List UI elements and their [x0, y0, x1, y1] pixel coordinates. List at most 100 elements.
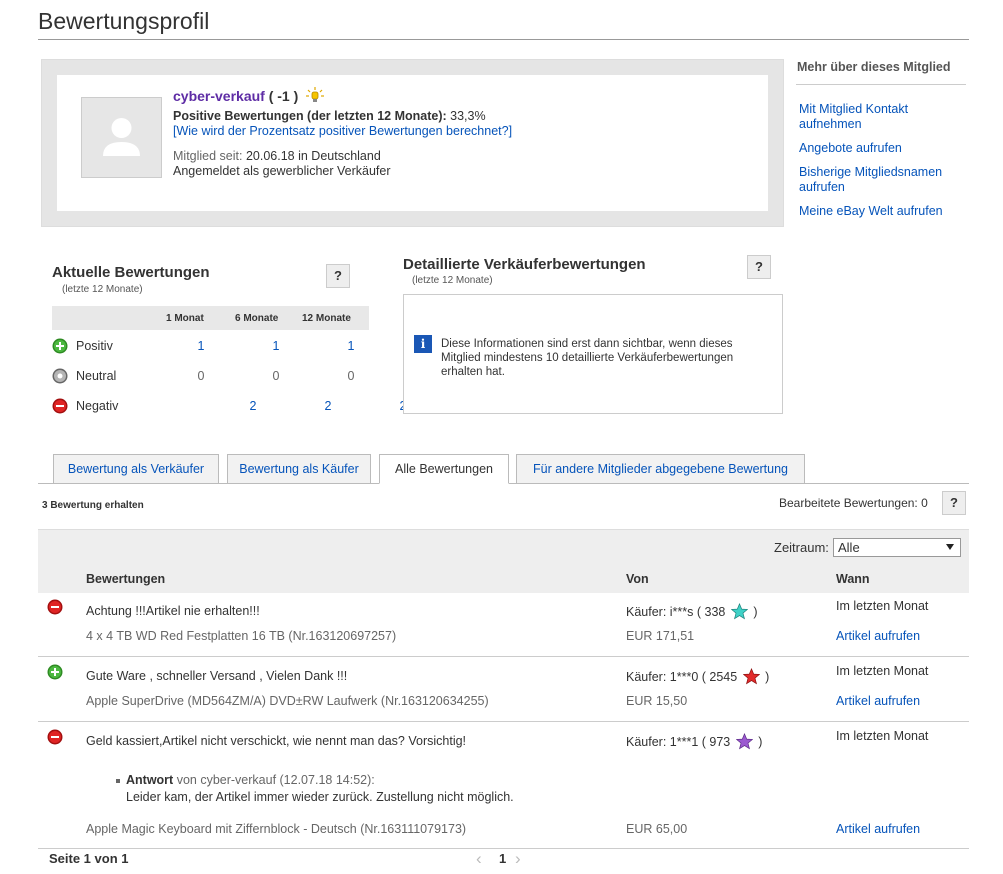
buyer-info: Käufer: 1***1 ( 973	[626, 735, 731, 749]
row-divider	[38, 656, 969, 657]
row-divider	[38, 721, 969, 722]
feedback-table-header: Bewertungen Von Wann	[38, 567, 969, 593]
user-line: cyber-verkauf ( -1 )	[173, 87, 325, 106]
username-link[interactable]: cyber-verkauf	[173, 88, 265, 104]
positive-12-months-link[interactable]: 1	[341, 339, 361, 353]
negative-icon	[47, 599, 63, 615]
feedback-price: EUR 65,00	[626, 822, 688, 836]
period-select[interactable]: Alle	[833, 538, 961, 557]
column-header-6-months: 6 Monate	[235, 313, 279, 324]
feedback-when: Im letzten Monat	[836, 729, 929, 743]
reply-bullet	[116, 779, 120, 783]
rating-row-neutral: Neutral 0 0 0	[52, 368, 369, 398]
current-ratings-subtitle: (letzte 12 Monate)	[62, 284, 143, 295]
feedback-price: EUR 15,50	[626, 694, 688, 708]
percentage-info-link[interactable]: [Wie wird der Prozentsatz positiver Bewe…	[173, 124, 512, 138]
reply-meta: von cyber-verkauf (12.07.18 14:52):	[176, 773, 375, 787]
info-icon: i	[414, 335, 432, 353]
feedback-comment: Geld kassiert,Artikel nicht verschickt, …	[86, 734, 467, 748]
negative-icon	[52, 398, 68, 414]
turquoise-star-icon	[730, 603, 748, 620]
detailed-ratings-subtitle: (letzte 12 Monate)	[412, 275, 493, 286]
current-page[interactable]: 1	[499, 851, 506, 866]
negative-1-month-link[interactable]: 2	[243, 399, 263, 413]
positive-value: 33,3%	[450, 109, 486, 123]
chevron-down-icon	[946, 544, 954, 550]
view-item-link[interactable]: Artikel aufrufen	[836, 629, 920, 643]
column-header-when: Wann	[836, 572, 870, 586]
buyer-info-close: )	[753, 605, 758, 619]
feedback-from: Käufer: i***s ( 338 )	[626, 603, 758, 620]
avatar	[81, 97, 162, 178]
view-item-link[interactable]: Artikel aufrufen	[836, 822, 920, 836]
ratings-table-header: 1 Monat 6 Monate 12 Monate	[52, 306, 369, 330]
positive-label: Positive Bewertungen (der letzten 12 Mon…	[173, 109, 447, 123]
negative-icon	[47, 729, 63, 745]
buyer-info-close: )	[758, 735, 763, 749]
positive-1-month-link[interactable]: 1	[191, 339, 211, 353]
seller-type: Angemeldet als gewerblicher Verkäufer	[173, 164, 391, 178]
seller-reply-text: Leider kam, der Artikel immer wieder zur…	[126, 790, 514, 804]
feedback-when: Im letzten Monat	[836, 599, 929, 613]
positive-icon	[47, 664, 63, 680]
rating-label-neutral: Neutral	[76, 369, 117, 383]
edited-count: Bearbeitete Bewertungen: 0	[779, 496, 928, 510]
rating-row-negative: Negativ 2 2 2	[52, 398, 406, 428]
sidebar-title: Mehr über dieses Mitglied	[797, 60, 951, 74]
view-item-link[interactable]: Artikel aufrufen	[836, 694, 920, 708]
neutral-1-month: 0	[197, 369, 205, 383]
positive-6-months-link[interactable]: 1	[266, 339, 286, 353]
page-title: Bewertungsprofil	[38, 8, 210, 34]
rating-label-positive: Positiv	[76, 339, 113, 353]
tab-seller-feedback[interactable]: Bewertung als Verkäufer	[53, 454, 219, 484]
red-star-icon	[742, 668, 760, 685]
title-divider	[38, 39, 969, 40]
previous-page-icon[interactable]: ‹	[476, 849, 482, 869]
detailed-ratings-help-button[interactable]: ?	[747, 255, 771, 279]
column-header-1-month: 1 Monat	[166, 313, 204, 324]
period-select-value: Alle	[838, 540, 860, 555]
feedback-item: 4 x 4 TB WD Red Festplatten 16 TB (Nr.16…	[86, 629, 397, 643]
rating-label-negative: Negativ	[76, 399, 119, 413]
profile-summary-panel	[57, 75, 768, 211]
tab-buyer-feedback[interactable]: Bewertung als Käufer	[227, 454, 371, 484]
reply-label: Antwort	[126, 773, 174, 787]
tab-feedback-left-for-others[interactable]: Für andere Mitglieder abgegebene Bewertu…	[516, 454, 805, 484]
seller-reply-header: Antwort von cyber-verkauf (12.07.18 14:5…	[126, 773, 375, 787]
feedback-from: Käufer: 1***1 ( 973 )	[626, 733, 762, 750]
feedback-item: Apple Magic Keyboard mit Ziffernblock - …	[86, 822, 467, 836]
neutral-6-months: 0	[272, 369, 280, 383]
feedback-score: ( -1 )	[268, 88, 299, 104]
sidebar-link-my-world[interactable]: Meine eBay Welt aufrufen	[799, 204, 969, 219]
page-count: Seite 1 von 1	[49, 851, 129, 866]
sidebar-link-listings[interactable]: Angebote aufrufen	[799, 141, 969, 156]
neutral-12-months: 0	[347, 369, 355, 383]
tab-all-feedback[interactable]: Alle Bewertungen	[379, 454, 509, 484]
negative-6-months-link[interactable]: 2	[318, 399, 338, 413]
sidebar-link-contact[interactable]: Mit Mitglied Kontakt aufnehmen	[799, 102, 969, 132]
edited-help-button[interactable]: ?	[942, 491, 966, 515]
detailed-ratings-info: Diese Informationen sind erst dann sicht…	[441, 338, 734, 378]
positive-icon	[52, 338, 68, 354]
feedback-comment: Gute Ware , schneller Versand , Vielen D…	[86, 669, 348, 683]
column-header-comments: Bewertungen	[86, 572, 166, 586]
user-silhouette-icon	[82, 98, 161, 177]
column-header-12-months: 12 Monate	[302, 313, 351, 324]
member-since-value: 20.06.18 in Deutschland	[245, 149, 381, 163]
buyer-info: Käufer: i***s ( 338	[626, 605, 726, 619]
feedback-price: EUR 171,51	[626, 629, 695, 643]
detailed-ratings-title: Detaillierte Verkäuferbewertungen	[403, 256, 646, 273]
feedback-when: Im letzten Monat	[836, 664, 929, 678]
next-page-icon[interactable]: ›	[515, 849, 521, 869]
positive-percentage: Positive Bewertungen (der letzten 12 Mon…	[173, 109, 486, 123]
member-since: Mitglied seit: 20.06.18 in Deutschland	[173, 149, 381, 163]
buyer-info: Käufer: 1***0 ( 2545	[626, 670, 738, 684]
current-ratings-help-button[interactable]: ?	[326, 264, 350, 288]
feedback-item: Apple SuperDrive (MD564ZM/A) DVD±RW Lauf…	[86, 694, 489, 708]
purple-star-icon	[735, 733, 753, 750]
row-divider	[38, 848, 969, 849]
feedback-comment: Achtung !!!Artikel nie erhalten!!!	[86, 604, 260, 618]
member-since-label: Mitglied seit:	[173, 149, 243, 163]
sidebar-link-past-names[interactable]: Bisherige Mitgliedsnamen aufrufen	[799, 165, 969, 195]
neutral-icon	[52, 368, 68, 384]
